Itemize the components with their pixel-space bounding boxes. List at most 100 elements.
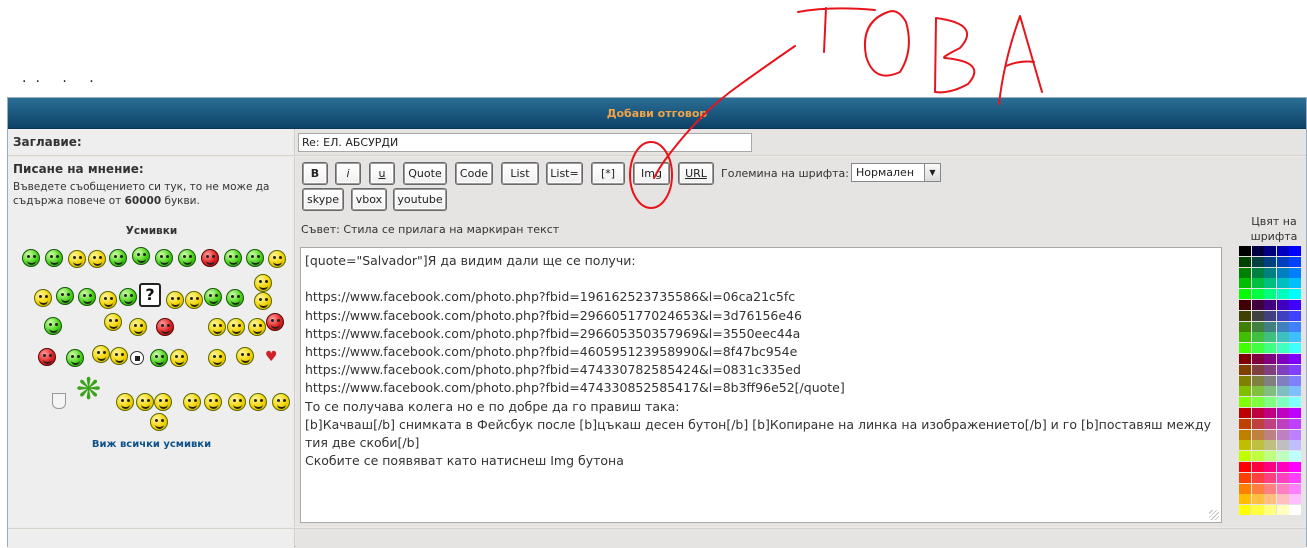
color-swatch[interactable] — [1264, 386, 1276, 397]
smiley-icon[interactable] — [201, 249, 219, 267]
smiley-icon[interactable] — [156, 318, 174, 336]
color-swatch[interactable] — [1264, 494, 1276, 505]
color-swatch[interactable] — [1276, 310, 1289, 321]
smiley-icon[interactable] — [68, 250, 86, 268]
smiley-icon[interactable] — [236, 347, 254, 365]
view-all-smilies-link[interactable]: Виж всички усмивки — [8, 439, 295, 450]
color-swatch[interactable] — [1289, 332, 1301, 343]
color-swatch[interactable] — [1276, 418, 1289, 429]
color-swatch[interactable] — [1264, 267, 1276, 278]
color-swatch[interactable] — [1289, 278, 1301, 289]
color-swatch[interactable] — [1264, 354, 1276, 364]
heart-icon[interactable]: ♥ — [265, 349, 278, 365]
smiley-icon[interactable] — [183, 393, 201, 411]
font-size-select[interactable]: Нормален ▼ — [851, 163, 941, 182]
smiley-icon[interactable] — [66, 349, 84, 367]
color-swatch[interactable] — [1289, 343, 1301, 354]
color-swatch[interactable] — [1251, 364, 1264, 375]
color-swatch[interactable] — [1289, 505, 1301, 516]
football-icon[interactable] — [130, 351, 144, 365]
color-swatch[interactable] — [1289, 472, 1301, 483]
color-swatch[interactable] — [1264, 483, 1276, 494]
color-swatch[interactable] — [1276, 354, 1289, 364]
smiley-icon[interactable] — [266, 313, 284, 331]
color-swatch[interactable] — [1276, 332, 1289, 343]
color-swatch[interactable] — [1264, 397, 1276, 408]
smiley-icon[interactable] — [227, 318, 245, 336]
smiley-icon[interactable] — [246, 249, 264, 267]
color-swatch[interactable] — [1289, 451, 1301, 462]
color-swatch[interactable] — [1276, 483, 1289, 494]
color-swatch[interactable] — [1276, 451, 1289, 462]
color-swatch[interactable] — [1239, 451, 1251, 462]
smiley-icon[interactable] — [99, 291, 117, 309]
color-swatch[interactable] — [1251, 375, 1264, 386]
color-swatch[interactable] — [1251, 440, 1264, 451]
color-swatch[interactable] — [1276, 408, 1289, 418]
italic-button[interactable]: i — [336, 163, 360, 184]
smiley-icon[interactable] — [116, 393, 134, 411]
leaf-icon[interactable]: ❋ — [76, 375, 101, 405]
color-swatch[interactable] — [1239, 462, 1251, 472]
list-ordered-button[interactable]: List= — [547, 163, 582, 184]
smiley-icon[interactable] — [88, 250, 106, 268]
smiley-icon[interactable] — [136, 393, 154, 411]
smiley-icon[interactable] — [38, 348, 56, 366]
color-swatch[interactable] — [1264, 256, 1276, 267]
color-swatch[interactable] — [1264, 408, 1276, 418]
color-swatch[interactable] — [1264, 418, 1276, 429]
color-swatch[interactable] — [1264, 472, 1276, 483]
smiley-icon[interactable] — [150, 413, 168, 431]
subject-input[interactable] — [298, 133, 752, 152]
smiley-icon[interactable] — [248, 318, 266, 336]
color-swatch[interactable] — [1289, 375, 1301, 386]
resize-grip-icon[interactable] — [1209, 510, 1219, 520]
color-swatch[interactable] — [1264, 462, 1276, 472]
color-swatch[interactable] — [1239, 278, 1251, 289]
smiley-icon[interactable] — [119, 288, 137, 306]
color-swatch[interactable] — [1239, 332, 1251, 343]
color-swatch[interactable] — [1289, 310, 1301, 321]
color-swatch[interactable] — [1251, 278, 1264, 289]
smiley-icon[interactable] — [254, 274, 272, 292]
smiley-icon[interactable] — [254, 292, 272, 310]
color-swatch[interactable] — [1239, 321, 1251, 332]
color-swatch[interactable] — [1251, 408, 1264, 418]
color-swatch[interactable] — [1276, 505, 1289, 516]
smiley-icon[interactable] — [204, 393, 222, 411]
color-swatch[interactable] — [1251, 321, 1264, 332]
color-swatch[interactable] — [1289, 462, 1301, 472]
smiley-icon[interactable] — [104, 313, 122, 331]
color-swatch[interactable] — [1239, 440, 1251, 451]
color-swatch[interactable] — [1239, 397, 1251, 408]
color-swatch[interactable] — [1289, 246, 1301, 256]
list-item-button[interactable]: [*] — [592, 163, 624, 184]
color-swatch[interactable] — [1251, 256, 1264, 267]
smiley-icon[interactable] — [110, 347, 128, 365]
color-swatch[interactable] — [1239, 494, 1251, 505]
color-swatch[interactable] — [1276, 267, 1289, 278]
url-button[interactable]: URL — [679, 163, 713, 184]
underline-button[interactable]: u — [370, 163, 394, 184]
code-button[interactable]: Code — [456, 163, 492, 184]
color-swatch[interactable] — [1264, 505, 1276, 516]
color-swatch[interactable] — [1239, 505, 1251, 516]
color-swatch[interactable] — [1276, 472, 1289, 483]
color-swatch[interactable] — [1251, 429, 1264, 440]
color-swatch[interactable] — [1276, 289, 1289, 300]
vbox-button[interactable]: vbox — [352, 189, 386, 210]
quote-button[interactable]: Quote — [404, 163, 446, 184]
smiley-icon[interactable] — [92, 345, 110, 363]
color-swatch[interactable] — [1276, 256, 1289, 267]
smiley-icon[interactable] — [178, 249, 196, 267]
color-swatch[interactable] — [1251, 289, 1264, 300]
color-swatch[interactable] — [1264, 278, 1276, 289]
smiley-icon[interactable] — [268, 250, 286, 268]
color-swatch[interactable] — [1251, 246, 1264, 256]
smiley-icon[interactable] — [224, 249, 242, 267]
smiley-icon[interactable] — [166, 291, 184, 309]
color-swatch[interactable] — [1289, 354, 1301, 364]
color-swatch[interactable] — [1251, 397, 1264, 408]
smiley-icon[interactable] — [44, 317, 62, 335]
color-swatch[interactable] — [1276, 397, 1289, 408]
